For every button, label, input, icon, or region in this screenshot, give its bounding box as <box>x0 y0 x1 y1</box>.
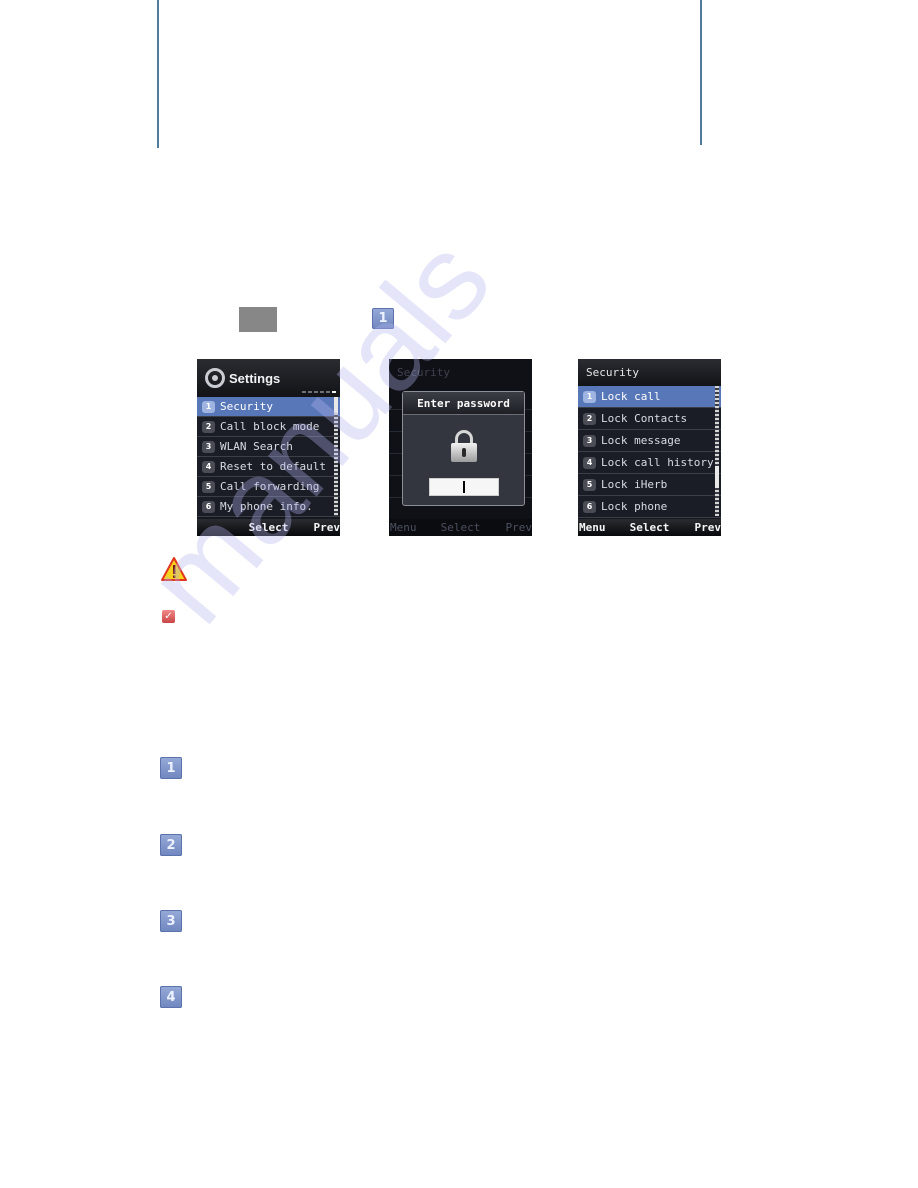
menu-item-lock-call[interactable]: 1 Lock call <box>578 386 721 408</box>
item-number: 5 <box>202 480 215 493</box>
item-number: 4 <box>202 460 215 473</box>
phone-screen-settings: Settings 1 Security 2 Call block mode 3 WLA… <box>197 359 340 536</box>
page-margin-rule-left <box>157 0 159 148</box>
step-badge-1: 1 <box>160 757 182 779</box>
step-badge-4: 4 <box>160 986 182 1008</box>
item-number: 5 <box>583 478 596 491</box>
menu-item-call-block-mode[interactable]: 2 Call block mode <box>197 417 340 437</box>
scrollbar-thumb[interactable] <box>334 397 338 413</box>
screen-header: Settings <box>197 359 340 397</box>
menu-item-security[interactable]: 1 Security <box>197 397 340 417</box>
item-number: 6 <box>583 500 596 513</box>
menu-item-call-forwarding[interactable]: 5 Call forwarding <box>197 477 340 497</box>
softkey-menu[interactable]: Menu <box>390 521 417 534</box>
page-margin-rule-right <box>700 0 702 145</box>
security-menu-list: 1 Lock call 2 Lock Contacts 3 Lock message … <box>578 386 721 518</box>
menu-item-lock-phone[interactable]: 6 Lock phone <box>578 496 721 518</box>
softkey-select[interactable]: Select <box>441 521 481 534</box>
menu-item-wlan-search[interactable]: 3 WLAN Search <box>197 437 340 457</box>
softkey-bar: Select Prev <box>197 519 340 536</box>
screen-header: Security <box>578 359 721 386</box>
softkey-bar: Menu Select Prev <box>389 519 532 536</box>
softkey-select[interactable]: Select <box>249 521 289 534</box>
softkey-select[interactable]: Select <box>630 521 670 534</box>
scrollbar[interactable] <box>334 397 338 517</box>
item-number: 3 <box>583 434 596 447</box>
item-label: Security <box>220 400 273 413</box>
dialog-title: Enter password <box>403 392 524 415</box>
menu-item-lock-contacts[interactable]: 2 Lock Contacts <box>578 408 721 430</box>
menu-item-reset-to-default[interactable]: 4 Reset to default <box>197 457 340 477</box>
softkey-menu[interactable]: Menu <box>579 521 606 534</box>
step-badge-3: 3 <box>160 910 182 932</box>
screen-title: Settings <box>229 370 281 386</box>
item-label: Lock phone <box>601 500 668 513</box>
menu-item-lock-call-history[interactable]: 4 Lock call history <box>578 452 721 474</box>
item-label: Lock Contacts <box>601 412 688 425</box>
item-number: 1 <box>583 390 596 403</box>
password-dialog: Enter password <box>402 391 525 506</box>
text-cursor <box>463 481 465 493</box>
item-label: Reset to default <box>220 460 326 473</box>
page-indicator <box>302 391 336 393</box>
item-label: My phone info. <box>220 500 313 513</box>
scrollbar-thumb[interactable] <box>715 466 719 488</box>
item-label: Call forwarding <box>220 480 320 493</box>
menu-item-my-phone-info[interactable]: 6 My phone info. <box>197 497 340 517</box>
softkey-prev[interactable]: Prev <box>695 521 722 534</box>
gear-icon <box>205 368 225 388</box>
softkey-bar: Menu Select Prev <box>578 519 721 536</box>
item-label: Lock iHerb <box>601 478 668 491</box>
warning-triangle-icon <box>161 557 187 581</box>
step-badge-inline: 1 <box>372 308 394 329</box>
padlock-icon <box>451 430 477 462</box>
step-badge-2: 2 <box>160 834 182 856</box>
item-number: 3 <box>202 440 215 453</box>
softkey-prev[interactable]: Prev <box>314 521 341 534</box>
scrollbar[interactable] <box>715 386 719 516</box>
item-number: 2 <box>202 420 215 433</box>
menu-key-graphic <box>239 307 277 332</box>
item-label: Call block mode <box>220 420 320 433</box>
menu-item-lock-iherb[interactable]: 5 Lock iHerb <box>578 474 721 496</box>
phone-screen-password: Security Enter password Menu Select Prev <box>389 359 532 536</box>
menu-item-lock-message[interactable]: 3 Lock message <box>578 430 721 452</box>
screen-title: Security <box>586 366 639 379</box>
password-input[interactable] <box>429 478 499 496</box>
item-label: WLAN Search <box>220 440 293 453</box>
item-label: Lock message <box>601 434 681 447</box>
item-number: 2 <box>583 412 596 425</box>
checkbox-note-icon: ✓ <box>162 610 175 623</box>
softkey-prev[interactable]: Prev <box>506 521 533 534</box>
item-label: Lock call <box>601 390 661 403</box>
settings-menu-list: 1 Security 2 Call block mode 3 WLAN Search … <box>197 397 340 517</box>
phone-screen-security: Security 1 Lock call 2 Lock Contacts 3 Lock… <box>578 359 721 536</box>
background-title: Security <box>397 366 450 379</box>
item-number: 6 <box>202 500 215 513</box>
item-number: 4 <box>583 456 596 469</box>
item-number: 1 <box>202 400 215 413</box>
item-label: Lock call history <box>601 456 714 469</box>
